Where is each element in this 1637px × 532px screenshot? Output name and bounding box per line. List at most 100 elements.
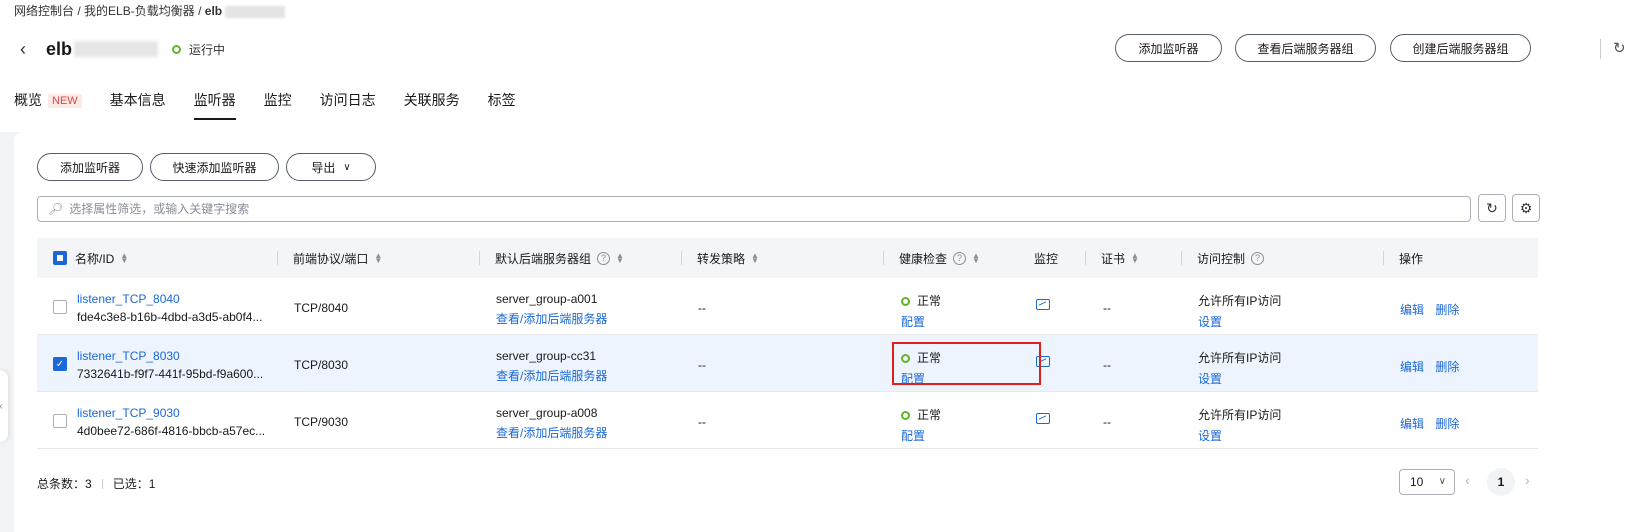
name-id-cell: listener_TCP_8040 fde4c3e8-b16b-4dbd-a3d… [77, 292, 262, 324]
delete-link[interactable]: 删除 [1435, 303, 1459, 317]
access-setting-link[interactable]: 设置 [1198, 313, 1281, 330]
health-status: 正常 [917, 408, 942, 422]
row-checkbox[interactable] [53, 414, 67, 428]
view-add-servers-link[interactable]: 查看/添加后端服务器 [496, 424, 607, 441]
back-arrow-icon[interactable]: ‹ [20, 40, 34, 58]
server-group-name: server_group-a001 [496, 292, 598, 306]
breadcrumb-separator: / [77, 4, 81, 18]
prev-page-icon[interactable]: ‹ [1465, 472, 1470, 488]
divider [101, 479, 103, 489]
quick-add-listener-button[interactable]: 快速添加监听器 [150, 153, 279, 181]
health-check-cell: 正常 配置 [901, 406, 941, 444]
protocol-port: TCP/8030 [294, 358, 349, 372]
tab-listeners-label: 监听器 [193, 92, 236, 108]
access-control-cell: 允许所有IP访问 设置 [1198, 349, 1281, 387]
tab-monitoring-label: 监控 [263, 92, 292, 108]
sort-icon[interactable]: ▲ ▼ [616, 252, 624, 265]
tab-monitoring[interactable]: 监控 [264, 90, 292, 120]
edit-link[interactable]: 编辑 [1400, 360, 1424, 374]
tab-basic-info-label: 基本信息 [109, 92, 166, 108]
column-label: 名称/ID [75, 251, 115, 266]
certificate: -- [1103, 415, 1111, 429]
column-label: 监控 [1034, 251, 1059, 266]
listener-name-link[interactable]: listener_TCP_8030 [77, 349, 180, 363]
tab-tags[interactable]: 标签 [488, 90, 516, 120]
sort-icon[interactable]: ▲ ▼ [120, 252, 128, 265]
search-bar[interactable]: 🔎︎ [37, 196, 1471, 222]
add-listener-button[interactable]: 添加监听器 [1115, 34, 1222, 62]
listener-name-link[interactable]: listener_TCP_9030 [77, 406, 180, 420]
title-row: ‹ elb 运行中 [20, 36, 225, 62]
table-refresh-button[interactable]: ↻ [1478, 194, 1506, 222]
status-indicator: 运行中 [172, 41, 225, 58]
page-title: elb [46, 38, 73, 59]
delete-link[interactable]: 删除 [1435, 417, 1459, 431]
total-count: 总条数：3 [37, 477, 92, 491]
toolbar-add-listener-button[interactable]: 添加监听器 [37, 153, 143, 181]
table-row: listener_TCP_9030 4d0bee72-686f-4816-bbc… [37, 392, 1538, 449]
page-header: 网络控制台 / 我的ELB-负载均衡器 / elb ‹ elb 运行中 添加监听… [0, 0, 1637, 132]
tab-listeners[interactable]: 监听器 [193, 90, 236, 120]
certificate: -- [1103, 301, 1111, 315]
protocol-port: TCP/9030 [294, 415, 349, 429]
backend-group-cell: server_group-cc31 查看/添加后端服务器 [496, 349, 607, 384]
table-settings-button[interactable]: ⚙ [1512, 194, 1540, 222]
export-dropdown[interactable]: 导出 ∨ [286, 153, 376, 181]
help-icon[interactable]: ? [1251, 251, 1265, 265]
refresh-icon[interactable]: ↻ [1613, 39, 1633, 59]
view-add-servers-link[interactable]: 查看/添加后端服务器 [496, 310, 607, 327]
header-certificate: 证书 ▲ ▼ [1101, 238, 1139, 278]
select-all-checkbox[interactable] [53, 251, 67, 265]
column-divider [1383, 251, 1384, 265]
redacted-text [225, 5, 286, 18]
tab-access-logs[interactable]: 访问日志 [320, 90, 376, 120]
breadcrumb: 网络控制台 / 我的ELB-负载均衡器 / elb [14, 2, 286, 19]
backend-group-cell: server_group-a008 查看/添加后端服务器 [496, 406, 607, 441]
sort-icon[interactable]: ▲ ▼ [972, 252, 980, 265]
row-checkbox[interactable] [53, 300, 67, 314]
header-protocol-port: 前端协议/端口 ▲ ▼ [293, 238, 382, 278]
view-backend-groups-button[interactable]: 查看后端服务器组 [1235, 34, 1376, 62]
selected-count: 已选：1 [112, 477, 156, 491]
create-backend-group-button[interactable]: 创建后端服务器组 [1390, 34, 1531, 62]
status-text: 运行中 [189, 42, 226, 57]
breadcrumb-elb-list[interactable]: 我的ELB-负载均衡器 [84, 4, 195, 18]
row-checkbox[interactable]: ✓ [53, 357, 67, 371]
listener-card: 添加监听器 快速添加监听器 导出 ∨ 🔎︎ ↻ ⚙ 名称/ID ▲▼ 前端协议/… [14, 132, 1637, 532]
header-monitoring: 监控 [1034, 238, 1058, 278]
health-config-link[interactable]: 配置 [901, 313, 941, 330]
page-size-select[interactable]: 10 ∨ [1399, 469, 1455, 495]
health-config-link[interactable]: 配置 [901, 427, 941, 444]
monitor-chart-icon[interactable] [1036, 299, 1050, 310]
column-label: 默认后端服务器组 [495, 251, 592, 266]
delete-link[interactable]: 删除 [1435, 360, 1459, 374]
monitor-chart-icon[interactable] [1036, 413, 1050, 424]
search-input[interactable] [69, 202, 1450, 216]
edit-link[interactable]: 编辑 [1400, 417, 1424, 431]
next-page-icon[interactable]: › [1525, 472, 1530, 488]
tab-overview-label: 概览 [14, 92, 42, 108]
monitor-cell [1036, 299, 1050, 313]
access-setting-link[interactable]: 设置 [1198, 427, 1281, 444]
tab-overview[interactable]: 概览 NEW [14, 90, 82, 120]
listener-name-link[interactable]: listener_TCP_8040 [77, 292, 180, 306]
sort-icon[interactable]: ▲ ▼ [1131, 252, 1139, 265]
breadcrumb-console[interactable]: 网络控制台 [14, 4, 74, 18]
listener-id: fde4c3e8-b16b-4dbd-a3d5-ab0f4... [77, 310, 263, 324]
help-icon[interactable]: ? [597, 251, 611, 265]
column-divider [1181, 251, 1182, 265]
current-page[interactable]: 1 [1487, 468, 1515, 496]
forward-policy: -- [698, 358, 706, 372]
help-icon[interactable]: ? [953, 251, 967, 265]
access-setting-link[interactable]: 设置 [1198, 370, 1281, 387]
access-control-text: 允许所有IP访问 [1198, 408, 1282, 422]
tab-related-services[interactable]: 关联服务 [404, 90, 460, 120]
sort-icon[interactable]: ▲ ▼ [374, 252, 382, 265]
sort-icon[interactable]: ▲ ▼ [751, 252, 759, 265]
listener-id: 7332641b-f9f7-441f-95bd-f9a600... [77, 367, 264, 381]
view-add-servers-link[interactable]: 查看/添加后端服务器 [496, 367, 607, 384]
side-collapse-handle[interactable]: ‹ [0, 370, 8, 442]
column-divider [681, 251, 682, 265]
edit-link[interactable]: 编辑 [1400, 303, 1424, 317]
tab-basic-info[interactable]: 基本信息 [110, 90, 166, 120]
